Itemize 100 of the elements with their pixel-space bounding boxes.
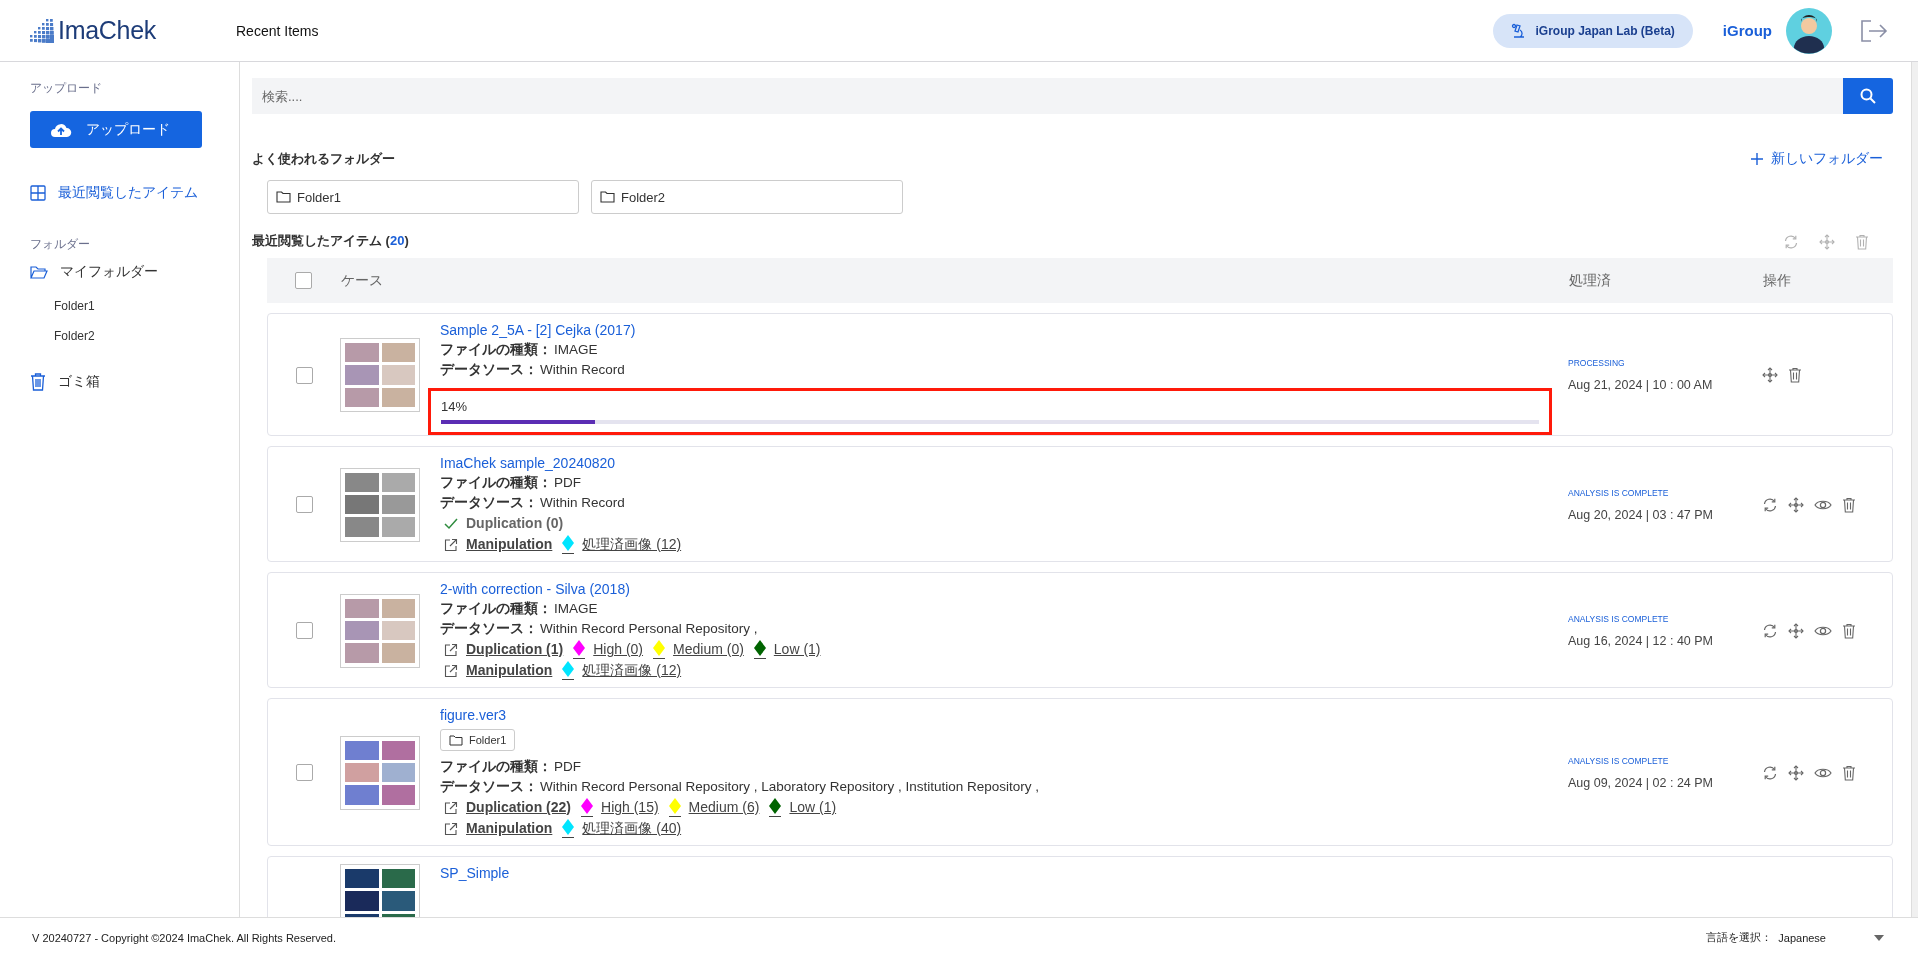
meta-line: データソース：Within Record Personal Repository , Laboratory Repository , Institution Repository , [440,778,1039,796]
move-arrows-icon[interactable] [1762,367,1778,383]
section-title: 最近閲覧したアイテム (20) [252,232,409,250]
external-link-icon [444,537,458,552]
result-link[interactable]: High (0) [573,639,644,660]
new-folder-link[interactable]: 新しいフォルダー [1751,150,1883,168]
move-arrows-icon[interactable] [1788,496,1804,513]
case-title-link[interactable]: ImaChek sample_20240820 [440,454,616,473]
meta-line: ファイルの種類：IMAGE [440,600,598,618]
result-link[interactable]: Medium (0) [653,639,744,660]
search-button[interactable] [1843,78,1893,114]
document-thumbnail[interactable] [340,467,420,542]
result-link[interactable]: Low (1) [753,639,821,660]
meta-line: ファイルの種類：IMAGE [440,341,598,359]
trash-icon[interactable] [1842,764,1856,781]
folder-icon [449,734,463,746]
trash-icon [30,373,46,391]
result-link[interactable]: 処理済画像 (12) [562,534,682,555]
move-arrows-icon[interactable] [1788,764,1804,781]
status-label: ANALYSIS IS COMPLETE [1568,755,1670,766]
move-arrows-icon[interactable] [1788,622,1804,639]
column-header: ケース [340,271,384,290]
logout-icon[interactable] [1860,18,1888,43]
date-text: Aug 21, 2024 | 10 : 00 AM [1568,378,1714,392]
trash-icon[interactable] [1842,622,1856,639]
external-link-icon [444,821,458,836]
refresh-icon [1783,234,1799,250]
folder-button[interactable]: Folder2 [591,180,903,214]
search-icon [1860,88,1876,104]
diamond-icon [769,798,782,817]
upload-button[interactable]: アップロード [30,111,202,148]
trash-icon [1855,234,1869,250]
logo-text: ImaChek [58,16,156,45]
user-name-link[interactable]: iGroup [1722,22,1772,39]
result-link[interactable]: 処理済画像 (12) [562,660,682,681]
date-text: Aug 16, 2024 | 12 : 40 PM [1568,633,1714,648]
case-title-link[interactable]: Sample 2_5A - [2] Cejka (2017) [440,321,636,340]
folder-tag[interactable]: Folder1 [440,729,516,751]
checkbox[interactable] [295,764,313,781]
refresh-icon[interactable] [1762,496,1778,513]
date-text: Aug 09, 2024 | 02 : 24 PM [1568,775,1714,790]
result-link[interactable]: Medium (6) [668,797,760,818]
checkmark-icon [444,517,458,530]
case-title-link[interactable]: SP_Simple [440,864,510,883]
language-label: 言語を選択： [1706,930,1773,945]
folder-icon [276,191,291,203]
copyright-text: V 20240727 - Copyright ©2024 ImaChek. All Rights Reserved. [32,931,337,944]
grid-icon [30,185,46,201]
move-arrows-icon [1819,234,1835,250]
logo-mark-icon [30,18,54,43]
lab-switch-button[interactable]: iGroup Japan Lab (Beta) [1493,13,1693,48]
status-label: PROCESSING [1568,358,1626,368]
external-link-icon [444,663,458,678]
search-field[interactable]: 検索.... [252,78,1843,114]
trash-icon[interactable] [1788,367,1802,383]
result-link[interactable]: Manipulation [466,818,553,839]
result-link[interactable]: Low (1) [769,797,837,818]
external-link-icon [444,800,458,815]
subfolder-item[interactable]: Folder2 [54,329,95,343]
language-select[interactable]: Japanese [1778,931,1884,944]
subfolder-item[interactable]: Folder1 [54,299,95,313]
refresh-icon[interactable] [1762,622,1778,639]
status-label: ANALYSIS IS COMPLETE [1568,487,1670,498]
result-link[interactable]: High (15) [581,797,659,818]
column-header: 操作 [1762,271,1792,290]
progress-percent: 14% [441,399,469,414]
document-thumbnail[interactable] [340,864,420,917]
checkbox[interactable] [294,272,312,289]
document-thumbnail[interactable] [340,593,420,668]
open-folder-icon [30,264,48,280]
result-link[interactable]: Manipulation [466,534,553,555]
section-label: フォルダー [30,236,90,253]
meta-line: データソース：Within Record [440,361,625,379]
document-thumbnail[interactable] [340,735,420,810]
result-link[interactable]: Manipulation [466,660,553,681]
folder-item[interactable]: マイフォルダー [30,263,158,281]
section-title: よく使われるフォルダー [252,150,395,168]
scrollbar[interactable] [1911,62,1918,917]
case-title-link[interactable]: figure.ver3 [440,706,507,725]
case-title-link[interactable]: 2-with correction - Silva (2018) [440,580,630,599]
trash-item[interactable]: ゴミ箱 [30,373,100,391]
nav-item[interactable]: 最近閲覧したアイテム [30,184,198,202]
diamond-icon [562,535,575,554]
folder-icon [600,191,615,203]
result-link[interactable]: 処理済画像 (40) [562,818,682,839]
checkbox[interactable] [295,622,313,639]
checkbox[interactable] [295,366,313,384]
diamond-icon [581,798,593,817]
document-thumbnail[interactable] [340,338,420,412]
section-label: アップロード [30,80,102,97]
diamond-icon [668,798,681,817]
folder-button[interactable]: Folder1 [267,180,579,214]
trash-icon[interactable] [1842,496,1856,513]
meta-line: データソース：Within Record Personal Repository , [440,620,758,638]
refresh-icon[interactable] [1762,764,1778,781]
avatar-icon [1786,7,1832,54]
checkbox[interactable] [295,496,313,513]
external-link-icon [444,642,458,657]
result-link[interactable]: Duplication (1) [466,639,564,660]
result-link[interactable]: Duplication (22) [466,797,571,818]
